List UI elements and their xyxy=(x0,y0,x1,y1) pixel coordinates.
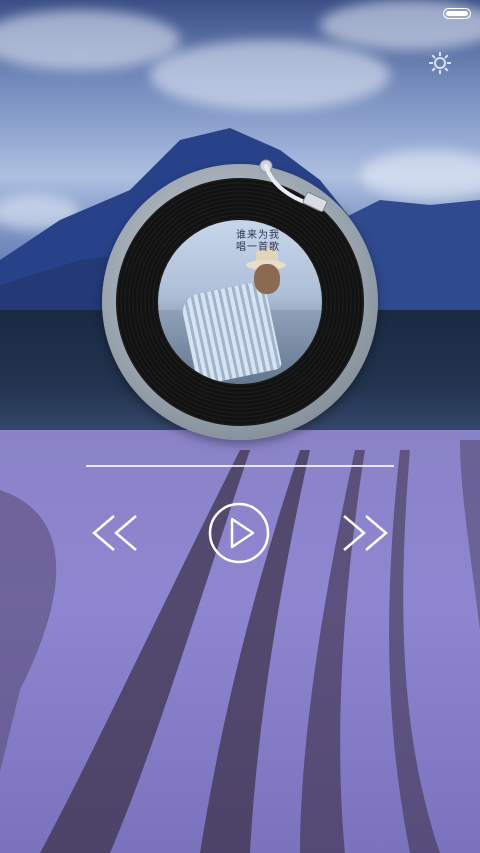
album-cover[interactable]: 谁来为我 唱一首歌 xyxy=(158,220,322,384)
play-icon xyxy=(208,502,270,564)
play-button[interactable] xyxy=(208,502,270,564)
rewind-icon xyxy=(92,515,137,551)
turntable: 谁来为我 唱一首歌 xyxy=(102,159,378,440)
field-rows xyxy=(0,440,480,853)
battery-fill xyxy=(446,11,468,16)
battery-icon xyxy=(443,8,471,19)
gear-icon[interactable] xyxy=(427,50,453,76)
fast-forward-button[interactable] xyxy=(340,512,390,554)
progress-bar[interactable] xyxy=(86,465,394,467)
tonearm-icon[interactable] xyxy=(252,156,392,236)
rewind-button[interactable] xyxy=(90,512,140,554)
album-cover-title-line: 唱一首歌 xyxy=(236,242,280,253)
fast-forward-icon xyxy=(343,515,388,551)
cloud xyxy=(150,40,390,110)
